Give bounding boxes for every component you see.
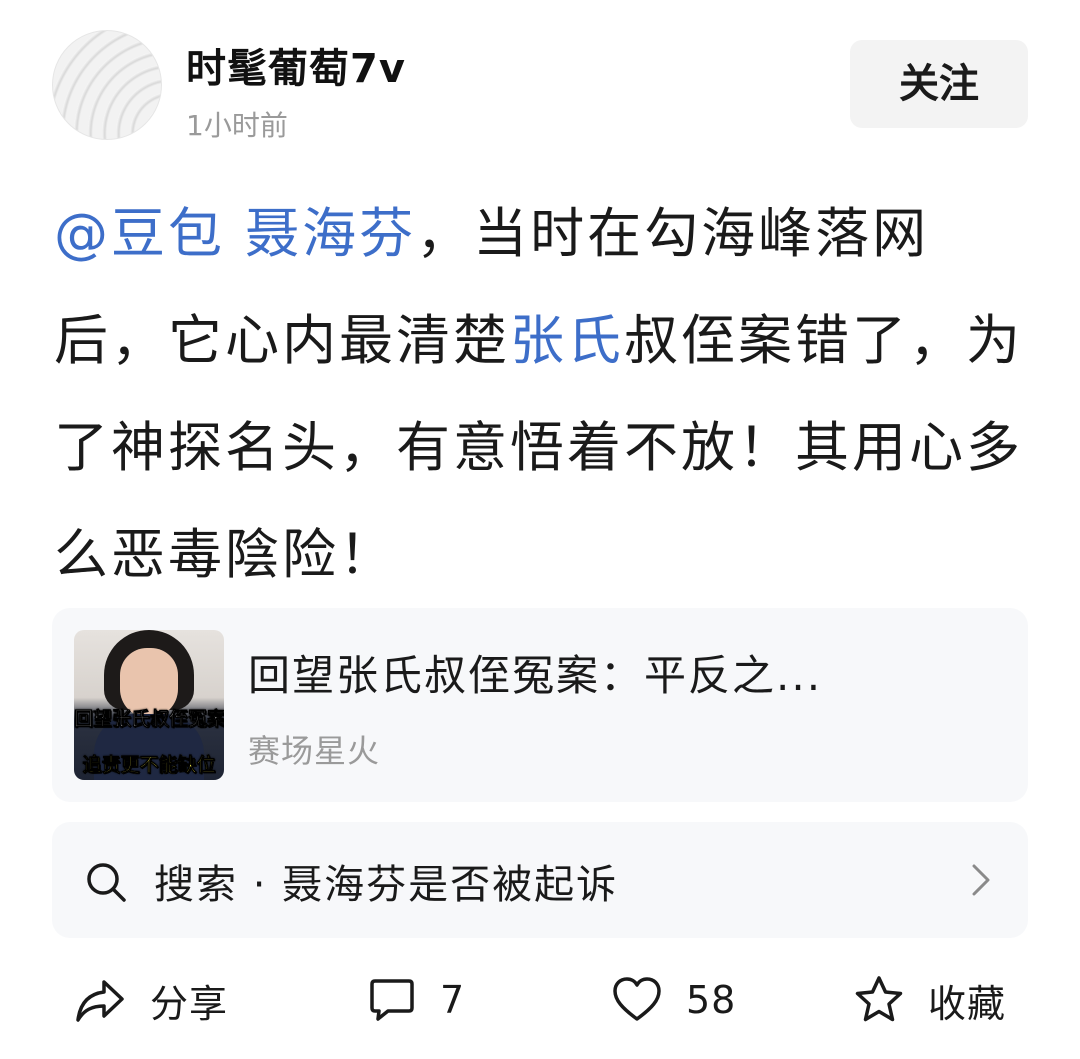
like-button[interactable]: 58 xyxy=(610,960,736,1040)
article-link-card[interactable]: 回望张氏叔侄冤案 追责更不能缺位 回望张氏叔侄冤案：平反之... 赛场星火 xyxy=(52,608,1028,802)
comment-count: 7 xyxy=(440,978,466,1022)
author-name[interactable]: 时髦葡萄7v xyxy=(186,36,406,94)
author-avatar[interactable] xyxy=(52,30,162,140)
thumbnail-caption-1: 回望张氏叔侄冤案 xyxy=(74,708,224,731)
search-suggestion-text: 搜索 · 聂海芬是否被起诉 xyxy=(154,862,619,908)
share-icon xyxy=(76,980,124,1022)
article-source: 赛场星火 xyxy=(248,732,381,770)
article-title: 回望张氏叔侄冤案：平反之... xyxy=(248,651,823,700)
mention-link[interactable]: @豆包 xyxy=(54,202,225,265)
comment-button[interactable]: 7 xyxy=(366,960,465,1040)
share-button[interactable]: 分享 xyxy=(72,960,228,1040)
thumbnail-caption-2: 追责更不能缺位 xyxy=(82,754,216,777)
post-header: 时髦葡萄7v 1小时前 关注 xyxy=(52,30,1028,142)
follow-button[interactable]: 关注 xyxy=(850,40,1028,128)
heart-icon xyxy=(613,977,661,1021)
chevron-right-icon xyxy=(972,864,990,896)
share-label: 分享 xyxy=(150,981,229,1026)
search-icon xyxy=(87,863,126,902)
like-count: 58 xyxy=(686,978,737,1022)
post-text: @豆包 聂海芬，当时在勾海峰落网后，它心内最清楚张氏叔侄案错了，为了神探名头，有… xyxy=(54,180,1034,608)
post-time: 1小时前 xyxy=(186,109,288,142)
favorite-label: 收藏 xyxy=(928,981,1007,1026)
topic-link[interactable]: 聂海芬 xyxy=(245,202,416,265)
related-search-bar[interactable]: 搜索 · 聂海芬是否被起诉 xyxy=(52,822,1028,938)
action-bar: 分享 7 58 收藏 xyxy=(0,960,1080,1040)
favorite-button[interactable]: 收藏 xyxy=(852,960,1006,1040)
article-thumbnail: 回望张氏叔侄冤案 追责更不能缺位 xyxy=(74,630,224,780)
keyword-link[interactable]: 张氏 xyxy=(510,309,624,372)
star-icon xyxy=(855,976,903,1022)
comment-icon xyxy=(370,979,414,1021)
